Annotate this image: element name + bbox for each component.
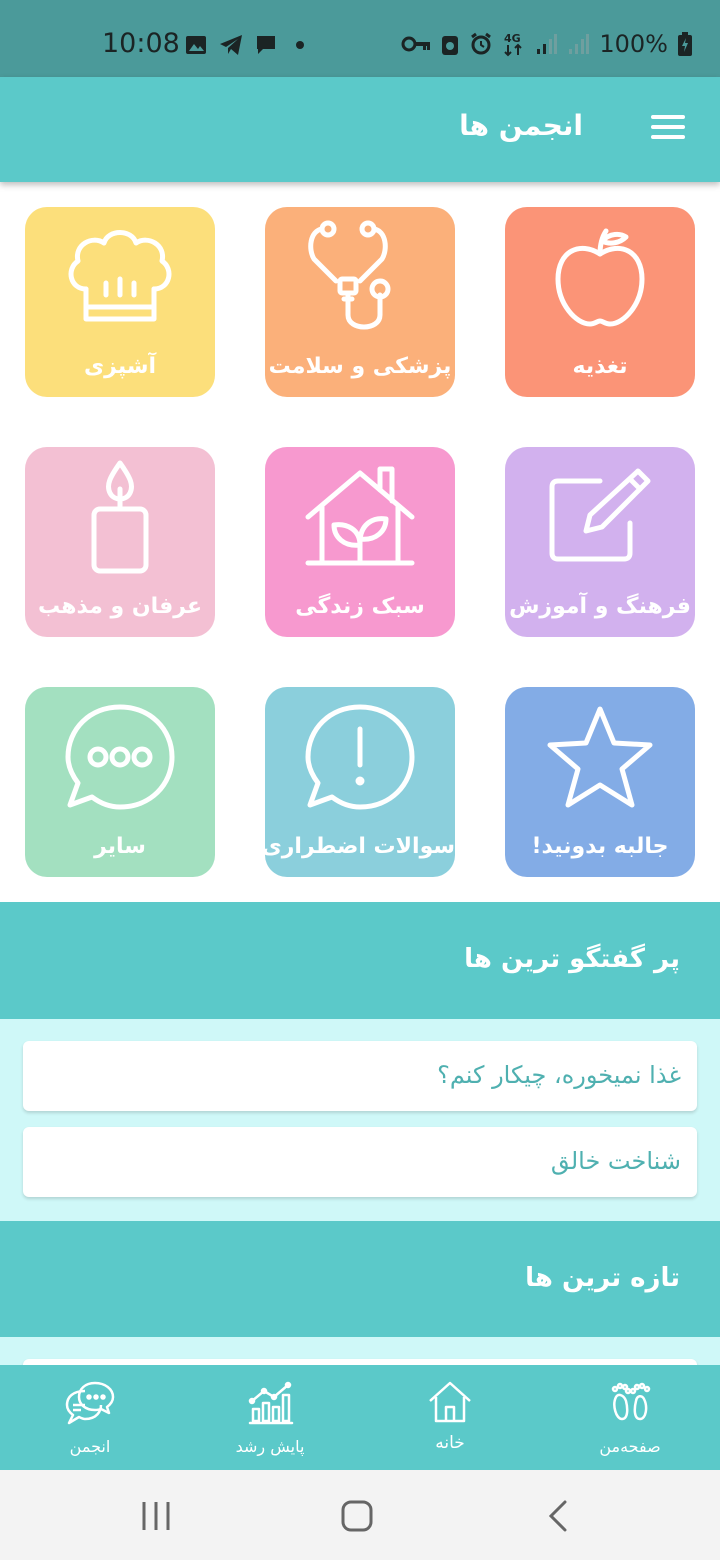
star-icon [547, 706, 653, 808]
category-tile-health[interactable]: پزشکی و سلامت [265, 207, 455, 397]
apple-icon [555, 228, 645, 327]
back-icon[interactable] [545, 1498, 571, 1534]
category-label: جالبه بدونید! [531, 834, 669, 859]
nav-label: صفحه‌من [599, 1437, 661, 1456]
category-tile-cooking[interactable]: آشپزی [25, 207, 215, 397]
alarm-icon [471, 32, 492, 55]
system-navigation-bar [0, 1470, 720, 1560]
status-time: 10:08 [102, 28, 180, 59]
category-tile-education[interactable]: فرهنگ و آموزش [505, 447, 695, 637]
list-item[interactable]: غذا نمیخوره، چیکار کنم؟ [23, 1041, 697, 1111]
svg-text:4G: 4G [504, 32, 521, 45]
signal-1-icon [537, 34, 558, 54]
category-label: عرفان و مذهب [37, 594, 203, 619]
category-label: پزشکی و سلامت [268, 354, 452, 379]
app-bar: انجمن ها [0, 77, 720, 182]
candle-icon [91, 460, 149, 574]
chef-hat-icon [68, 230, 172, 322]
telegram-icon [220, 35, 242, 55]
vpn-key-icon [401, 36, 431, 52]
topic-title: غذا نمیخوره، چیکار کنم؟ [437, 1061, 681, 1089]
image-notification-icon [186, 36, 206, 54]
forum-chat-icon [65, 1381, 115, 1425]
category-label: آشپزی [83, 354, 156, 379]
popular-list: غذا نمیخوره، چیکار کنم؟ شناخت خالق [0, 1019, 720, 1221]
category-tile-emergency[interactable]: سوالات اضطراری [261, 687, 455, 877]
category-label: سبک زندگی [295, 594, 425, 619]
notification-icons [185, 34, 311, 56]
category-grid: تغذیه پزشکی و سلامت آشپزی فرهنگ و آموزش [0, 182, 720, 902]
home-icon [429, 1381, 471, 1423]
nav-forum[interactable]: انجمن [15, 1365, 165, 1470]
latest-section-header: تازه ترین ها [0, 1221, 720, 1337]
dot-icon [296, 41, 304, 49]
battery-charging-icon [678, 32, 692, 56]
list-item[interactable]: شناخت خالق [23, 1127, 697, 1197]
category-tile-religion[interactable]: عرفان و مذهب [25, 447, 215, 637]
category-tile-nutrition[interactable]: تغذیه [505, 207, 695, 397]
growth-chart-icon [248, 1381, 294, 1425]
network-4g-icon: 4G [504, 32, 523, 57]
nav-growth[interactable]: پایش رشد [195, 1365, 345, 1470]
bottom-nav: صفحه‌من خانه پایش رشد انجمن [0, 1365, 720, 1470]
category-tile-other[interactable]: سایر [25, 687, 215, 877]
status-bar: 10:08 4G 100% [0, 0, 720, 77]
nav-my-page[interactable]: صفحه‌من [555, 1365, 705, 1470]
recycle-lock-icon [442, 36, 459, 55]
category-label: فرهنگ و آموزش [509, 594, 691, 619]
nav-home[interactable]: خانه [375, 1365, 525, 1470]
page-title: انجمن ها [459, 109, 583, 142]
pencil-edit-icon [549, 468, 651, 562]
category-label: سایر [94, 834, 146, 859]
chat-dots-icon [65, 704, 175, 810]
stethoscope-icon [308, 220, 391, 330]
category-label: تغذیه [572, 354, 628, 379]
recent-apps-icon[interactable] [140, 1498, 172, 1534]
latest-list [0, 1337, 720, 1379]
hamburger-menu-icon[interactable] [651, 115, 685, 143]
category-label: سوالات اضطراری [261, 834, 455, 859]
house-plant-icon [305, 466, 415, 566]
latest-section-title: تازه ترین ها [525, 1263, 680, 1293]
nav-label: انجمن [69, 1437, 111, 1456]
alert-chat-icon [305, 704, 415, 810]
signal-2-icon [569, 34, 590, 54]
baby-feet-icon [611, 1382, 651, 1421]
category-tile-lifestyle[interactable]: سبک زندگی [265, 447, 455, 637]
system-status-icons: 4G 100% [401, 30, 692, 58]
battery-percent: 100% [599, 30, 668, 58]
popular-section-title: پر گفتگو ترین ها [464, 944, 680, 974]
message-icon [257, 36, 275, 54]
topic-title: شناخت خالق [550, 1147, 681, 1175]
popular-section-header: پر گفتگو ترین ها [0, 902, 720, 1019]
category-tile-interesting[interactable]: جالبه بدونید! [505, 687, 695, 877]
nav-label: خانه [435, 1433, 465, 1453]
system-home-icon[interactable] [340, 1498, 374, 1534]
nav-label: پایش رشد [235, 1437, 305, 1456]
